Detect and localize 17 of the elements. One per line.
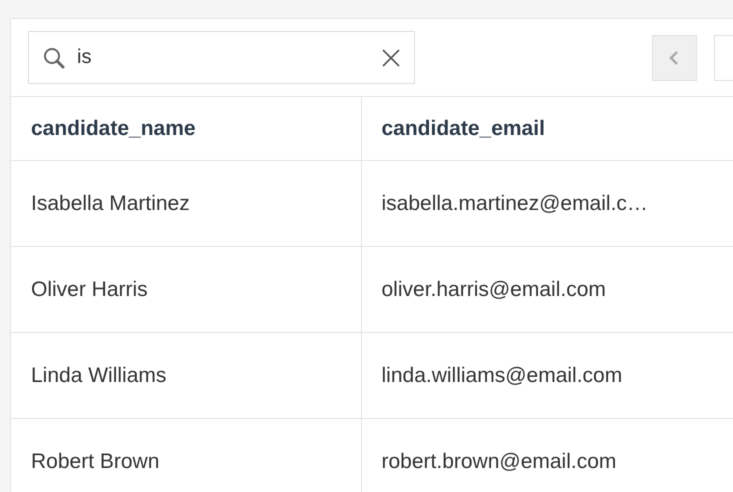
table-cell: Isabella Martinez [11, 160, 361, 246]
previous-page-button[interactable] [652, 34, 697, 80]
column-header[interactable]: candidate_name [11, 97, 361, 160]
table-cell: Oliver Harris [11, 246, 361, 332]
search-icon [43, 46, 65, 68]
chevron-left-icon [669, 50, 680, 66]
clear-icon[interactable] [382, 48, 400, 66]
table-cell: linda.williams@email.com [361, 332, 733, 418]
table-cell: Linda Williams [11, 332, 361, 418]
search-field[interactable]: is [77, 46, 370, 69]
table-cell: isabella.martinez@email.c… [361, 160, 733, 246]
search-box[interactable]: is [28, 31, 415, 84]
table-cell: Robert Brown [11, 418, 361, 492]
table-cell: robert.brown@email.com [361, 418, 733, 492]
page-button[interactable] [714, 34, 733, 80]
table-cell: oliver.harris@email.com [361, 246, 733, 332]
column-header[interactable]: candidate_email [361, 97, 733, 160]
